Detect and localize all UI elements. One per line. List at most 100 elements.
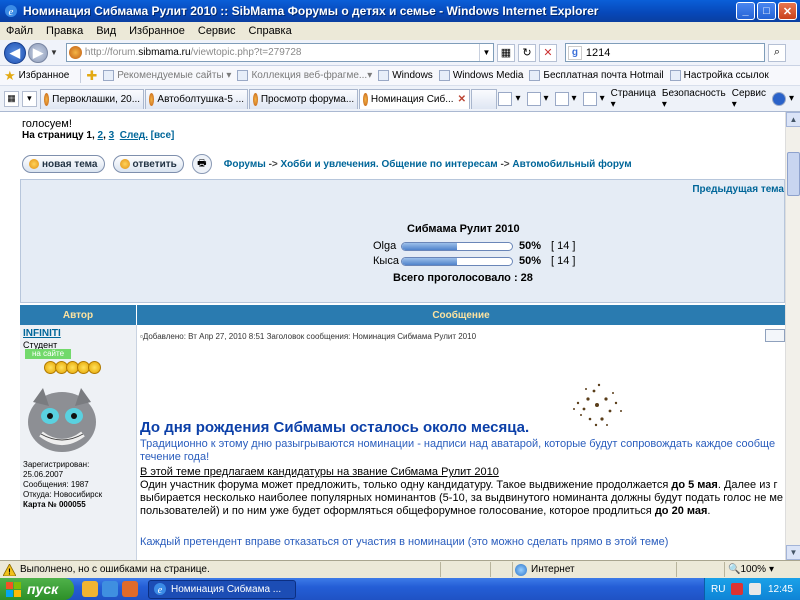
poll-option-kysa: Кыса 50% [ 14 ]	[373, 255, 575, 267]
refresh-icon[interactable]: ↻	[517, 43, 536, 62]
new-tab-button[interactable]	[470, 88, 498, 109]
poll-option-name: Olga	[373, 240, 397, 252]
favorites-button[interactable]: ★ Избранное	[4, 68, 69, 84]
warning-icon[interactable]: !	[3, 563, 16, 576]
search-input[interactable]: g 1214	[564, 43, 765, 62]
quick-tabs-icon[interactable]: ▦	[4, 90, 19, 107]
zoom-control[interactable]: 🔍 100% ▾	[728, 564, 774, 575]
quicklaunch-desktop-icon[interactable]	[102, 581, 118, 597]
window-title: Номинация Сибмама Рулит 2010 :: SibMama …	[23, 4, 599, 18]
language-indicator[interactable]: RU	[711, 584, 725, 595]
close-button[interactable]: ✕	[778, 2, 797, 20]
address-dropdown-icon[interactable]: ▼	[478, 44, 493, 61]
globe-icon	[515, 563, 527, 576]
fav-link-windows[interactable]: Windows	[378, 70, 433, 81]
page-menu[interactable]: Страница ▾	[611, 88, 656, 110]
poll-panel: Предыдущая тема Сибмама Рулит 2010 Olga …	[20, 179, 785, 303]
clock: 12:45	[767, 583, 793, 595]
star-icon: ★	[4, 67, 16, 83]
fav-link-web-slices[interactable]: Коллекция веб-фрагме...▾	[237, 70, 372, 81]
print-view-icon[interactable]: 🖶	[191, 154, 212, 174]
back-button[interactable]: ◀	[4, 41, 26, 64]
prev-topic-link[interactable]: Предыдущая тема	[692, 184, 784, 195]
volume-icon[interactable]	[749, 583, 762, 595]
pager-link-3[interactable]: 3	[109, 130, 115, 141]
fav-link-suggested-sites[interactable]: Рекомендуемые сайты ▾	[103, 70, 231, 81]
pager-next-link[interactable]: След.	[120, 130, 148, 141]
action-row: новая тема ответить 🖶 Форумы -> Хобби и …	[22, 154, 632, 174]
taskbar-item-ie[interactable]: e Номинация Сибмама ...	[148, 579, 296, 599]
address-path: /viewtopic.php?t=279728	[190, 47, 302, 58]
home-icon[interactable]: ▾	[498, 91, 521, 106]
author-panel: INFINITI Студент на сайте Зарегистрирова…	[20, 325, 137, 560]
maximize-button[interactable]: □	[757, 2, 776, 20]
new-topic-button[interactable]: новая тема	[22, 155, 105, 173]
address-row: ◀ ▶ ▼ http://forum. sibmama.ru /viewtopi…	[0, 40, 800, 66]
search-icon[interactable]: ⌕	[767, 43, 786, 62]
post-heading: До дня рождения Сибмамы осталось около м…	[140, 419, 530, 436]
page-icon	[103, 70, 115, 81]
crumb-forums[interactable]: Форумы	[224, 159, 266, 170]
tab-nomination[interactable]: Номинация Сиб... ✕	[359, 88, 470, 109]
menu-help[interactable]: Справка	[249, 25, 292, 37]
tab-close-icon[interactable]: ✕	[458, 94, 466, 105]
tab-forum-view[interactable]: Просмотр форума...	[249, 88, 359, 109]
tab-avtoboltushka[interactable]: Автоболтушка-5 ...	[145, 88, 248, 109]
tab-pervoklashki[interactable]: Первоклашки, 20...	[39, 88, 145, 109]
antivirus-icon[interactable]	[731, 583, 744, 595]
forward-button[interactable]: ▶	[28, 42, 48, 63]
window-titlebar: e Номинация Сибмама Рулит 2010 :: SibMam…	[0, 0, 800, 22]
column-message: Сообщение	[137, 305, 785, 325]
post-body: ▫Добавлено: Вт Апр 27, 2010 8:51 Заголов…	[138, 325, 785, 560]
menu-favorites[interactable]: Избранное	[129, 25, 185, 37]
address-bar[interactable]: http://forum. sibmama.ru /viewtopic.php?…	[65, 43, 494, 62]
quicklaunch-media-icon[interactable]	[122, 581, 138, 597]
print-icon[interactable]: ▾	[582, 91, 605, 106]
posts-table-header: Автор Сообщение	[20, 305, 785, 325]
security-zone: Интернет	[515, 563, 575, 576]
menu-view[interactable]: Вид	[96, 25, 116, 37]
menu-file[interactable]: Файл	[6, 25, 33, 37]
rank-stars	[44, 361, 101, 374]
address-host: sibmama.ru	[138, 47, 191, 58]
search-value: 1214	[585, 46, 611, 59]
vertical-scrollbar[interactable]: ▲ ▼	[785, 112, 800, 560]
stop-icon[interactable]: ✕	[538, 43, 557, 62]
ie-icon: e	[5, 5, 17, 18]
fav-link-customize[interactable]: Настройка ссылок	[669, 70, 769, 81]
tools-menu[interactable]: Сервис ▾	[732, 88, 766, 110]
pager-all-link[interactable]: [все]	[151, 130, 175, 141]
history-dropdown-icon[interactable]: ▼	[50, 48, 58, 57]
crumb-hobby[interactable]: Хобби и увлечения. Общение по интересам	[281, 159, 498, 170]
minimize-button[interactable]: _	[736, 2, 755, 20]
help-icon[interactable]: ▾	[771, 91, 794, 106]
quicklaunch-browser-icon[interactable]	[82, 581, 98, 597]
fav-link-windows-media[interactable]: Windows Media	[438, 70, 523, 81]
scroll-down-icon[interactable]: ▼	[786, 545, 800, 560]
reply-button[interactable]: ответить	[112, 155, 184, 173]
zoom-icon: 🔍	[728, 564, 741, 575]
safety-menu[interactable]: Безопасность ▾	[662, 88, 726, 110]
system-tray: RU 12:45	[704, 578, 800, 600]
crumb-auto-forum[interactable]: Автомобильный форум	[512, 159, 631, 170]
compat-view-icon[interactable]: ▦	[496, 43, 515, 62]
separator	[80, 68, 82, 83]
tab-list-icon[interactable]: ▾	[21, 90, 37, 107]
post-paragraph-4: Каждый претендент вправе отказаться от у…	[140, 536, 669, 548]
poll-bar	[401, 256, 513, 266]
feeds-icon[interactable]: ▾	[526, 91, 549, 106]
author-nick[interactable]: INFINITI	[23, 328, 61, 339]
add-favorite-icon[interactable]: ✚	[86, 68, 97, 84]
quick-launch	[82, 581, 138, 597]
start-button[interactable]: пуск	[0, 578, 74, 600]
pager: На страницу 1, 2, 3 След. [все]	[22, 130, 175, 141]
quote-button[interactable]	[765, 329, 785, 342]
mail-icon[interactable]: ▾	[554, 91, 577, 106]
search-provider-icon[interactable]: g	[567, 45, 582, 60]
menu-edit[interactable]: Правка	[46, 25, 83, 37]
fav-link-hotmail[interactable]: Бесплатная почта Hotmail	[529, 70, 664, 81]
svg-text:e: e	[9, 6, 14, 18]
scroll-thumb[interactable]	[787, 152, 800, 196]
menu-tools[interactable]: Сервис	[198, 25, 236, 37]
scroll-up-icon[interactable]: ▲	[786, 112, 800, 127]
